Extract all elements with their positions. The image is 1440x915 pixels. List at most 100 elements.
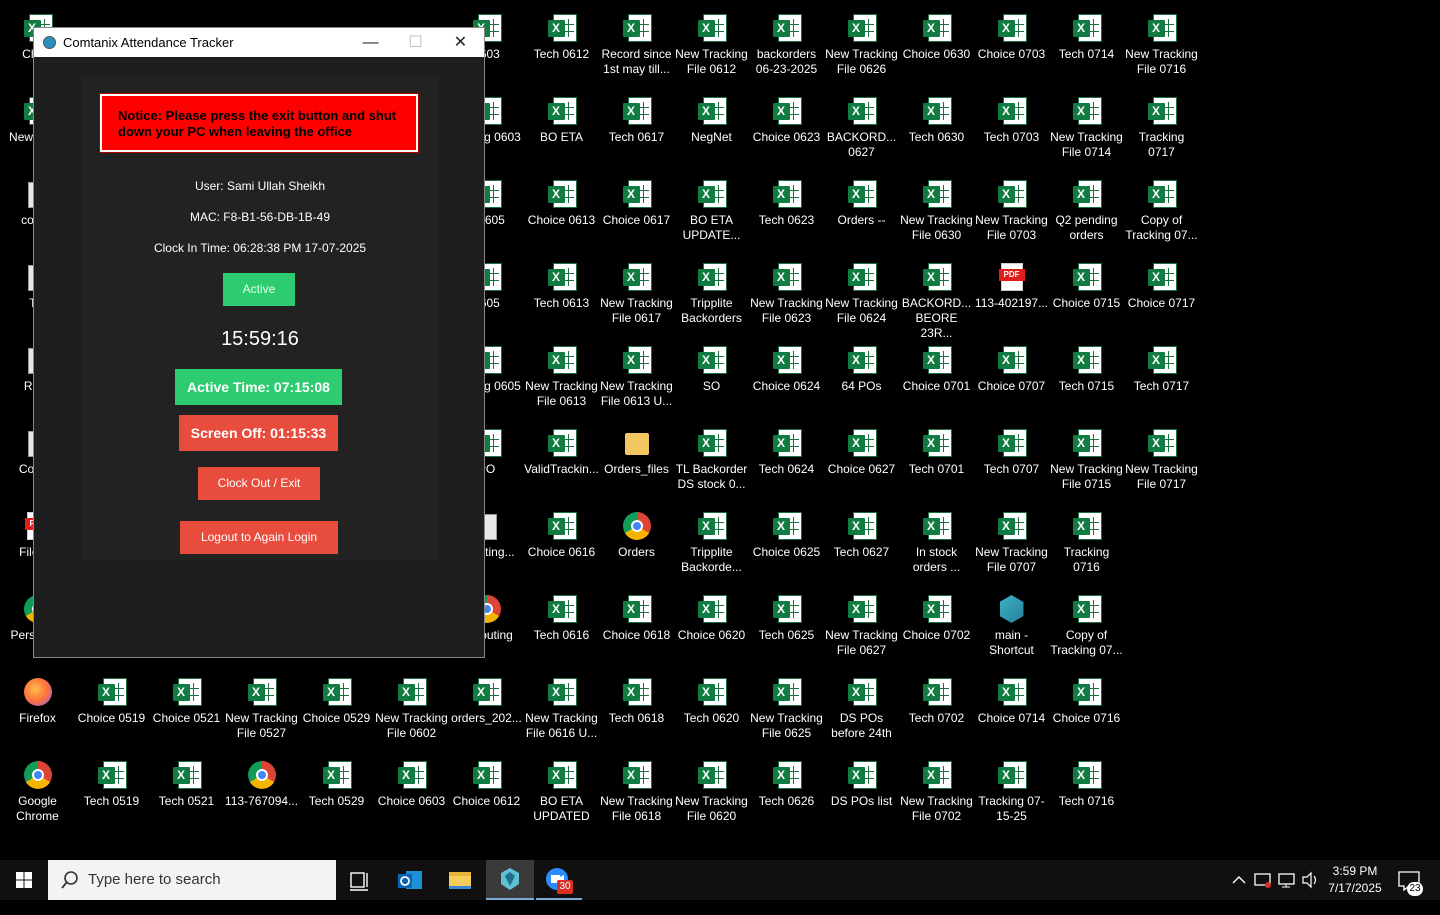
desktop-icon[interactable]: X Tech 0715 (1049, 338, 1124, 421)
desktop-icon[interactable]: X New Tracking File 0602 (374, 670, 449, 753)
desktop-icon[interactable]: X New Tracking File 0717 (1124, 421, 1199, 504)
desktop-icon[interactable]: X New Tracking File 0715 (1049, 421, 1124, 504)
zoom-taskbar-button[interactable]: 30 (536, 860, 582, 900)
desktop-icon[interactable]: X Choice 0714 (974, 670, 1049, 753)
desktop-icon[interactable]: X Choice 0703 (974, 6, 1049, 89)
desktop-icon[interactable]: X Choice 0529 (299, 670, 374, 753)
desktop-icon[interactable]: X Tech 0617 (599, 89, 674, 172)
desktop-icon[interactable]: X Choice 0603 (374, 753, 449, 836)
desktop-icon[interactable]: X BO ETA (524, 89, 599, 172)
start-button[interactable] (0, 860, 48, 900)
desktop-icon[interactable]: X New Tracking File 0626 (824, 6, 899, 89)
desktop-icon[interactable]: X 64 POs (824, 338, 899, 421)
window-titlebar[interactable]: Comtanix Attendance Tracker — ☐ ✕ (34, 28, 484, 57)
desktop-icon[interactable]: X Tech 0703 (974, 89, 1049, 172)
desktop-icon[interactable]: X Copy of Tracking 07... (1124, 172, 1199, 255)
show-hidden-icons-button[interactable] (1228, 860, 1250, 900)
desktop-icon[interactable]: X New Tracking File 0714 (1049, 89, 1124, 172)
volume-button[interactable] (1299, 860, 1321, 900)
desktop-icon[interactable]: X Choice 0613 (524, 172, 599, 255)
desktop-icon[interactable]: X Tech 0612 (524, 6, 599, 89)
logout-login-button[interactable]: Logout to Again Login (180, 521, 338, 554)
desktop-icon[interactable]: X New Tracking File 0702 (899, 753, 974, 836)
desktop-icon[interactable]: X Choice 0707 (974, 338, 1049, 421)
desktop-icon[interactable]: X New Tracking File 0624 (824, 255, 899, 338)
desktop-icon[interactable]: X Choice 0627 (824, 421, 899, 504)
desktop-icon[interactable]: X New Tracking File 0707 (974, 504, 1049, 587)
desktop-icon[interactable]: X Choice 0617 (599, 172, 674, 255)
desktop-icon[interactable]: X New Tracking File 0613 (524, 338, 599, 421)
desktop-icon[interactable]: X Tech 0623 (749, 172, 824, 255)
desktop-icon[interactable]: X In stock orders ... (899, 504, 974, 587)
desktop-icon[interactable]: X Choice 0717 (1124, 255, 1199, 338)
desktop-icon[interactable]: Xbackorders 06-23-2025 (749, 6, 824, 89)
desktop-icon[interactable]: X New Tracking File 0527 (224, 670, 299, 753)
desktop-icon[interactable]: Orders_files (599, 421, 674, 504)
desktop-icon[interactable]: X Tech 0529 (299, 753, 374, 836)
desktop-icon[interactable]: X Choice 0521 (149, 670, 224, 753)
desktop-icon[interactable]: X DS POs list (824, 753, 899, 836)
desktop-icon[interactable]: X Tripplite Backorde... (674, 504, 749, 587)
desktop-icon[interactable]: X New Tracking File 0612 (674, 6, 749, 89)
desktop-icon[interactable]: X Choice 0618 (599, 587, 674, 670)
desktop-icon[interactable]: X Tech 0630 (899, 89, 974, 172)
desktop-icon[interactable]: X Tech 0613 (524, 255, 599, 338)
task-view-button[interactable] (338, 860, 382, 900)
desktop-icon[interactable]: X Tech 0618 (599, 670, 674, 753)
desktop-icon[interactable]: main - Shortcut (974, 587, 1049, 670)
desktop-icon[interactable]: X New Tracking File 0625 (749, 670, 824, 753)
desktop-icon[interactable]: X Tech 0625 (749, 587, 824, 670)
desktop-icon[interactable]: X Tech 0714 (1049, 6, 1124, 89)
desktop-icon[interactable]: Google Chrome (0, 753, 75, 836)
desktop-icon[interactable]: X BACKORD... BEORE 23R... (899, 255, 974, 340)
desktop-icon[interactable]: X Choice 0715 (1049, 255, 1124, 338)
desktop-icon[interactable]: X Tech 0627 (824, 504, 899, 587)
desktop-icon[interactable]: X Choice 0612 (449, 753, 524, 836)
desktop-icon[interactable]: X Choice 0701 (899, 338, 974, 421)
desktop-icon[interactable]: X Tech 0620 (674, 670, 749, 753)
desktop-icon[interactable]: X Choice 0620 (674, 587, 749, 670)
desktop-icon[interactable]: PDF 113-402197... (974, 255, 1049, 338)
desktop-icon[interactable]: X New Tracking File 0616 U... (524, 670, 599, 753)
tray-app-button[interactable] (1252, 860, 1274, 900)
desktop-icon[interactable]: X Tech 0707 (974, 421, 1049, 504)
desktop-icon[interactable]: X Tech 0626 (749, 753, 824, 836)
desktop-icon[interactable]: X Choice 0623 (749, 89, 824, 172)
desktop-icon[interactable]: X Choice 0630 (899, 6, 974, 89)
desktop-icon[interactable]: X DS POs before 24th (824, 670, 899, 753)
desktop-icon[interactable]: X Choice 0519 (74, 670, 149, 753)
desktop-icon[interactable]: X Tripplite Backorders (674, 255, 749, 338)
desktop-icon[interactable]: 113-767094... (224, 753, 299, 836)
file-explorer-taskbar-button[interactable] (438, 860, 482, 900)
desktop-icon[interactable]: X BO ETA UPDATED (524, 753, 599, 836)
desktop-icon[interactable]: X Tech 0701 (899, 421, 974, 504)
desktop-icon[interactable]: X Choice 0616 (524, 504, 599, 587)
desktop-icon[interactable]: Firefox (0, 670, 75, 753)
desktop-icon[interactable]: X Record since 1st may till... (599, 6, 674, 89)
desktop-icon[interactable]: X New Tracking File 0620 (674, 753, 749, 836)
desktop-icon[interactable]: X ValidTrackin... (524, 421, 599, 504)
desktop-icon[interactable]: X Choice 0702 (899, 587, 974, 670)
desktop-icon[interactable]: X Orders -- (824, 172, 899, 255)
desktop-icon[interactable]: X Tech 0519 (74, 753, 149, 836)
desktop-icon[interactable]: X New Tracking File 0703 (974, 172, 1049, 255)
desktop-icon[interactable]: X Choice 0716 (1049, 670, 1124, 753)
desktop-icon[interactable]: X Tech 0716 (1049, 753, 1124, 836)
network-button[interactable] (1276, 860, 1298, 900)
desktop-icon[interactable]: X Tracking 0716 (1049, 504, 1124, 587)
desktop-icon[interactable]: X New Tracking File 0630 (899, 172, 974, 255)
minimize-button[interactable]: — (348, 28, 393, 57)
desktop-icon[interactable]: Xorders_202... (449, 670, 524, 753)
desktop-icon[interactable]: X New Tracking File 0716 (1124, 6, 1199, 89)
clock-out-exit-button[interactable]: Clock Out / Exit (198, 467, 320, 500)
desktop-icon[interactable]: X BACKORD... 0627 (824, 89, 899, 172)
desktop-icon[interactable]: X NegNet (674, 89, 749, 172)
taskbar-search-box[interactable]: Type here to search (48, 860, 336, 900)
desktop-icon[interactable]: X Choice 0625 (749, 504, 824, 587)
desktop-icon[interactable]: X TL Backorder DS stock 0... (674, 421, 749, 504)
desktop-icon[interactable]: X New Tracking File 0627 (824, 587, 899, 670)
desktop-icon[interactable]: X Tech 0521 (149, 753, 224, 836)
tray-clock[interactable]: 3:59 PM 7/17/2025 (1320, 863, 1390, 897)
desktop-icon[interactable]: X Tech 0702 (899, 670, 974, 753)
desktop-icon[interactable]: X Tech 0616 (524, 587, 599, 670)
